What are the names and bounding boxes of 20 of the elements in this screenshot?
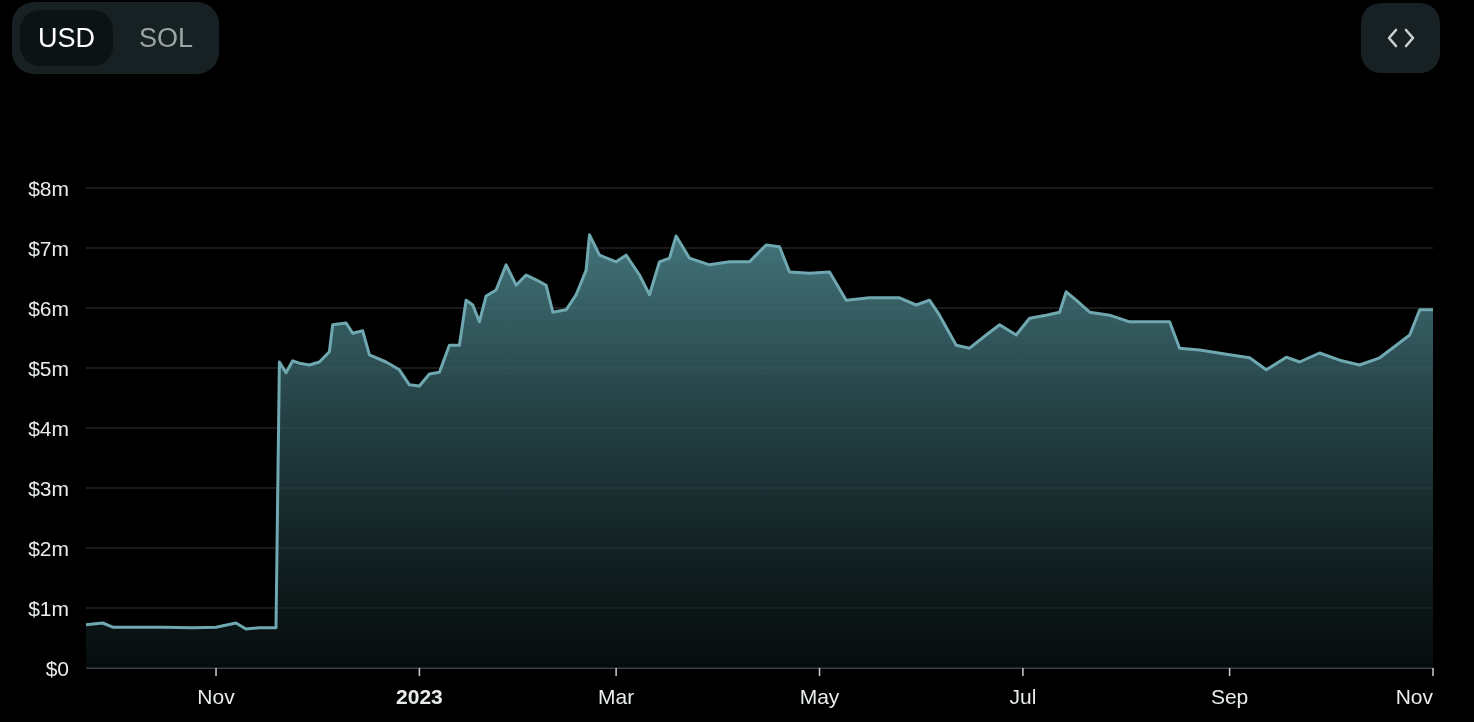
embed-button[interactable]	[1361, 3, 1440, 73]
x-axis-label: Nov	[1395, 685, 1433, 708]
y-axis-label: $0	[45, 657, 69, 680]
y-axis-label: $4m	[28, 417, 69, 440]
x-axis-label: May	[799, 685, 840, 708]
y-axis-label: $7m	[28, 237, 69, 260]
x-axis-label: 2023	[396, 685, 443, 708]
y-axis-label: $1m	[28, 597, 69, 620]
y-axis-label: $2m	[28, 537, 69, 560]
currency-tab[interactable]: USD	[20, 10, 113, 66]
y-axis-label: $8m	[28, 177, 69, 200]
y-axis-label: $3m	[28, 477, 69, 500]
x-axis-label: Mar	[598, 685, 635, 708]
x-axis-label: Sep	[1210, 685, 1249, 708]
x-axis-label: Nov	[197, 685, 235, 708]
y-axis-label: $5m	[28, 357, 69, 380]
currency-tab[interactable]: SOL	[121, 10, 212, 66]
y-axis-label: $6m	[28, 297, 69, 320]
code-icon	[1385, 27, 1416, 49]
x-axis-label: Jul	[1009, 685, 1037, 708]
